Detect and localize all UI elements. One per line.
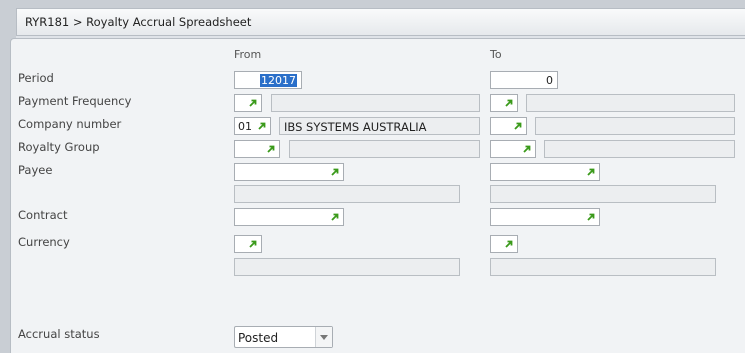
payment-frequency-label: Payment Frequency [18,94,132,108]
lookup-arrow-icon[interactable] [330,212,340,222]
payment-frequency-from-input[interactable] [234,94,262,112]
lookup-arrow-icon[interactable] [504,98,514,108]
payment-frequency-from-desc [271,94,480,112]
accrual-status-select[interactable]: Posted [234,326,333,348]
accrual-status-value: Posted [238,331,279,345]
breadcrumb: RYR181 > Royalty Accrual Spreadsheet [25,15,252,29]
company-from-input[interactable]: 01 [234,117,271,135]
period-from-value: 12017 [260,74,297,87]
company-from-value: 01 [238,120,252,133]
payment-frequency-to-input[interactable] [490,94,518,112]
form-panel: From To Period Payment Frequency Company… [10,38,745,353]
chevron-down-icon[interactable] [315,327,332,347]
lookup-arrow-icon[interactable] [513,121,523,131]
contract-from-input[interactable] [234,208,344,226]
company-from-desc-value: IBS SYSTEMS AUSTRALIA [284,120,427,134]
period-to-input[interactable]: 0 [490,71,558,89]
payee-from-input[interactable] [234,163,344,181]
window-top-strip [0,0,745,8]
lookup-arrow-icon[interactable] [266,144,276,154]
company-from-desc: IBS SYSTEMS AUSTRALIA [279,117,480,135]
currency-to-desc [490,258,716,276]
company-number-label: Company number [18,117,122,131]
contract-to-input[interactable] [490,208,600,226]
royalty-group-to-desc [544,140,735,158]
contract-label: Contract [18,208,68,222]
currency-from-desc [234,258,460,276]
company-to-desc [535,117,735,135]
lookup-arrow-icon[interactable] [330,167,340,177]
period-to-value: 0 [546,74,553,87]
royalty-group-from-desc [289,140,480,158]
lookup-arrow-icon[interactable] [257,121,267,131]
title-bar: RYR181 > Royalty Accrual Spreadsheet [16,8,745,36]
royalty-group-label: Royalty Group [18,140,100,154]
lookup-arrow-icon[interactable] [522,144,532,154]
lookup-arrow-icon[interactable] [586,167,596,177]
lookup-arrow-icon[interactable] [504,239,514,249]
currency-label: Currency [18,235,70,249]
lookup-arrow-icon[interactable] [586,212,596,222]
period-from-input[interactable]: 12017 [234,71,302,89]
currency-from-input[interactable] [234,235,262,253]
period-label: Period [18,71,54,85]
company-to-input[interactable] [490,117,527,135]
royalty-group-from-input[interactable] [234,140,280,158]
payee-from-desc [234,185,460,203]
lookup-arrow-icon[interactable] [248,239,258,249]
royalty-group-to-input[interactable] [490,140,536,158]
payment-frequency-to-desc [526,94,735,112]
payee-to-input[interactable] [490,163,600,181]
accrual-status-label: Accrual status [18,327,100,341]
payee-to-desc [490,185,716,203]
currency-to-input[interactable] [490,235,518,253]
to-column-header: To [490,48,502,61]
lookup-arrow-icon[interactable] [248,98,258,108]
payee-label: Payee [18,163,53,177]
from-column-header: From [234,48,262,61]
